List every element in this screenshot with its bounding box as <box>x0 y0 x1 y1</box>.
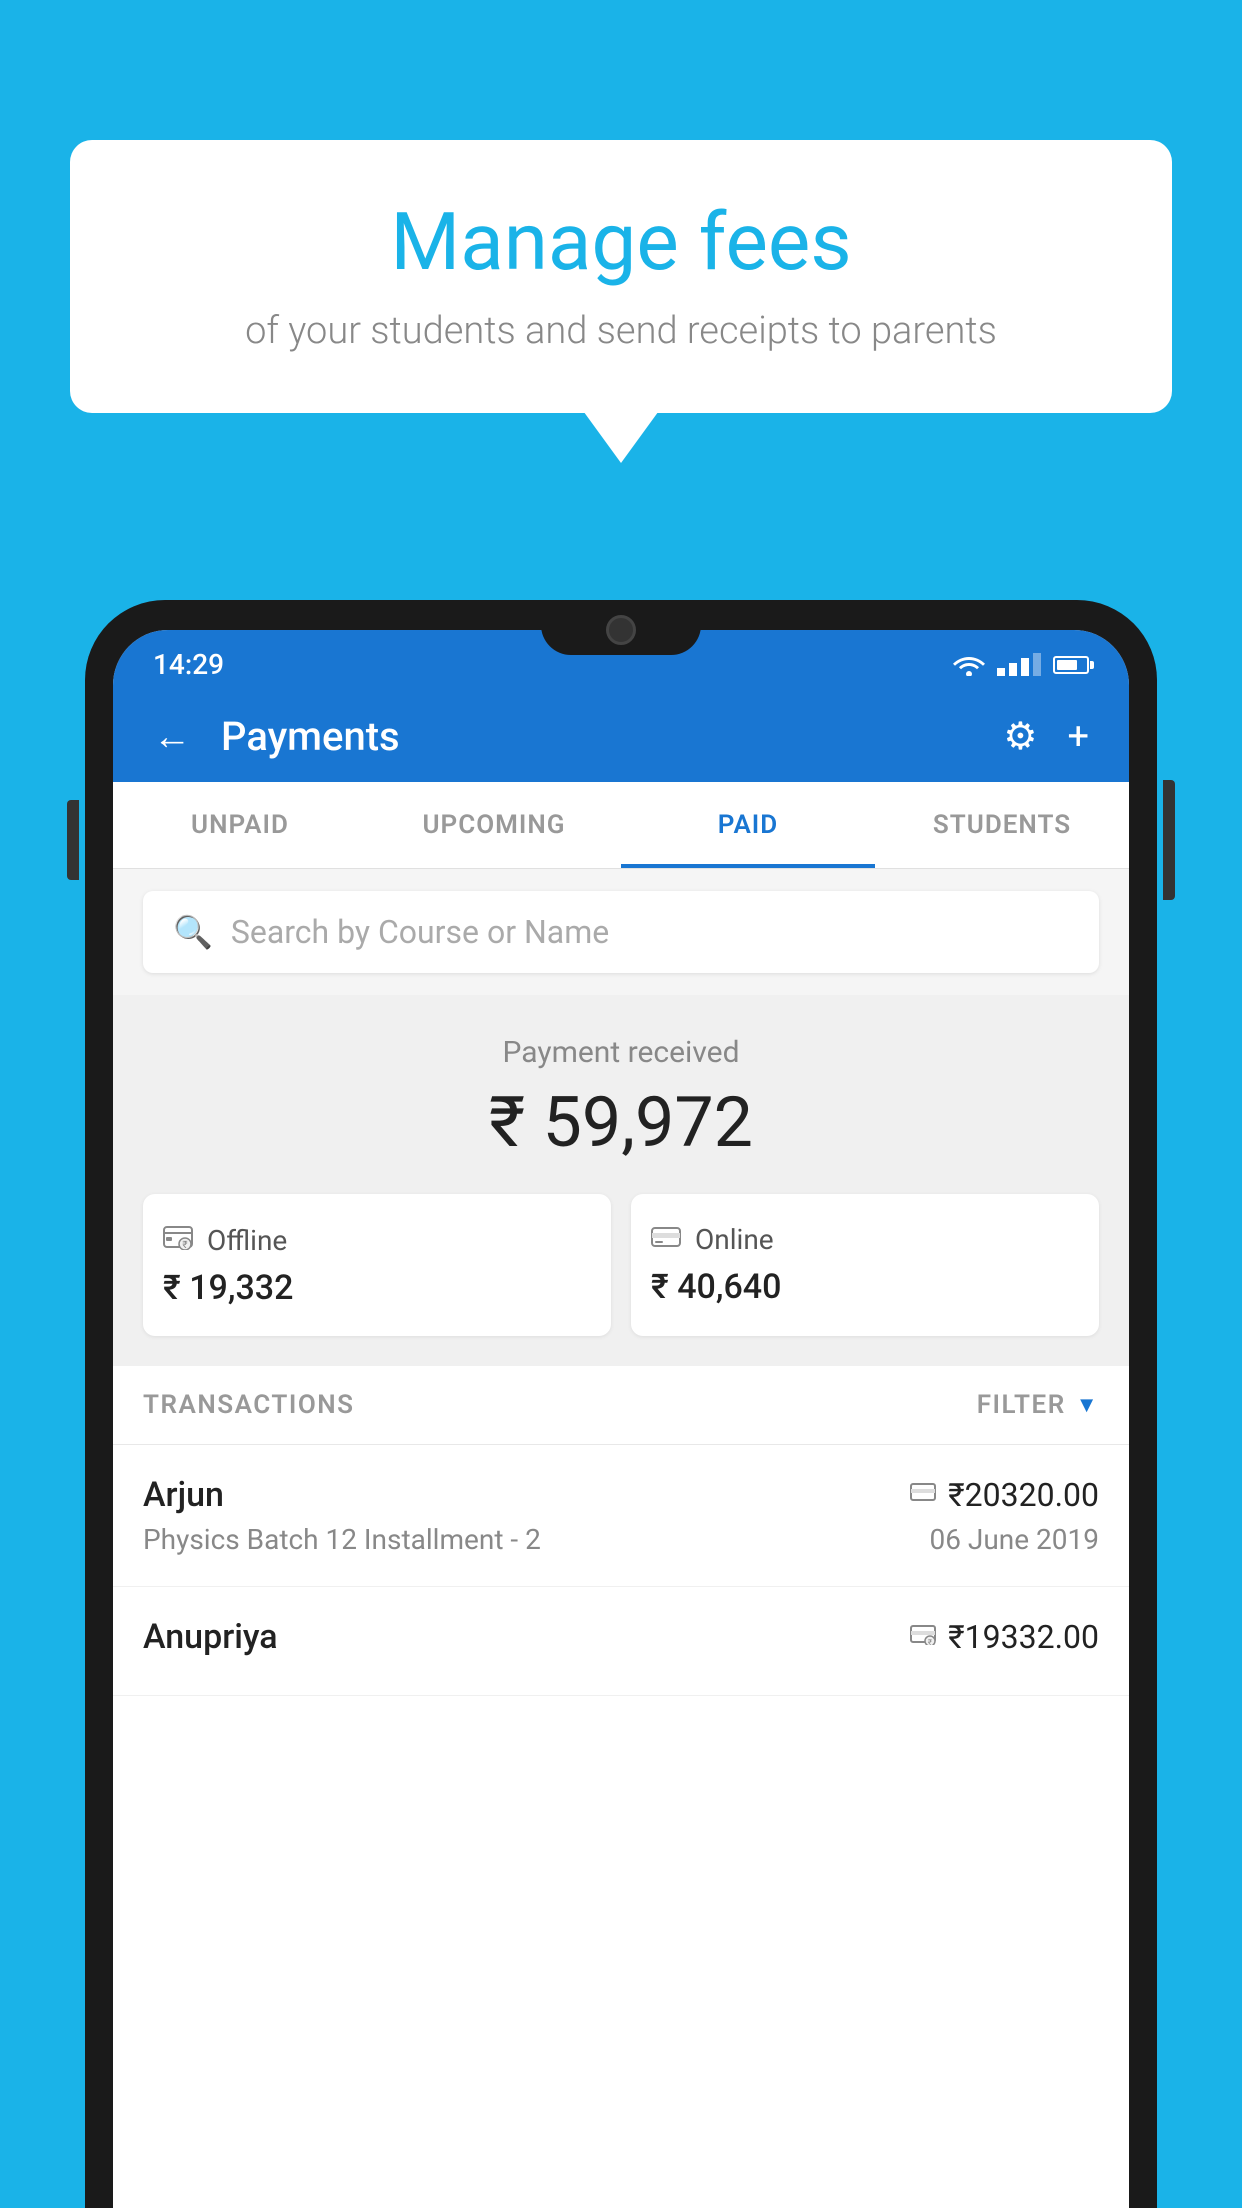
transaction-date: 06 June 2019 <box>929 1523 1099 1556</box>
header-right: ⚙ + <box>1003 714 1089 759</box>
table-row[interactable]: Anupriya ₹ ₹19332.00 <box>113 1587 1129 1696</box>
search-container: 🔍 Search by Course or Name <box>113 869 1129 995</box>
transaction-name: Anupriya <box>143 1617 278 1657</box>
offline-card-header: ₹ Offline <box>163 1222 287 1258</box>
transaction-course: Physics Batch 12 Installment - 2 <box>143 1523 541 1556</box>
online-icon <box>651 1222 681 1257</box>
search-placeholder-text: Search by Course or Name <box>231 913 609 951</box>
filter-label: FILTER <box>977 1390 1066 1420</box>
settings-icon[interactable]: ⚙ <box>1003 714 1037 759</box>
status-time: 14:29 <box>153 648 224 681</box>
tab-paid[interactable]: PAID <box>621 782 875 868</box>
tab-upcoming[interactable]: UPCOMING <box>367 782 621 868</box>
payment-total-amount: ₹ 59,972 <box>143 1082 1099 1164</box>
transaction-row-bottom: Physics Batch 12 Installment - 2 06 June… <box>143 1523 1099 1556</box>
transactions-list: Arjun ₹20320.00 Physics Batch 12 Install… <box>113 1445 1129 2208</box>
status-icons <box>953 653 1089 676</box>
signal-icon <box>997 653 1041 676</box>
transactions-header: TRANSACTIONS FILTER ▼ <box>113 1366 1129 1445</box>
payment-cards: ₹ Offline ₹ 19,332 <box>143 1194 1099 1336</box>
transaction-amount-container: ₹ ₹19332.00 <box>910 1618 1099 1656</box>
filter-triangle-icon: ▼ <box>1076 1392 1099 1418</box>
payment-received-label: Payment received <box>143 1035 1099 1070</box>
phone-camera <box>606 615 636 645</box>
transaction-row-top: Anupriya ₹ ₹19332.00 <box>143 1617 1099 1657</box>
phone-side-right <box>1163 780 1175 900</box>
phone-frame: 14:29 <box>85 600 1157 2208</box>
wifi-icon <box>953 654 985 676</box>
offline-payment-card: ₹ Offline ₹ 19,332 <box>143 1194 611 1336</box>
manage-fees-subtitle: of your students and send receipts to pa… <box>130 309 1112 353</box>
transaction-amount: ₹19332.00 <box>948 1618 1099 1656</box>
online-payment-card: Online ₹ 40,640 <box>631 1194 1099 1336</box>
transaction-amount: ₹20320.00 <box>948 1476 1099 1514</box>
speech-bubble: Manage fees of your students and send re… <box>70 140 1172 413</box>
tab-students[interactable]: STUDENTS <box>875 782 1129 868</box>
offline-label: Offline <box>207 1224 287 1257</box>
app-header: ← Payments ⚙ + <box>113 691 1129 782</box>
table-row[interactable]: Arjun ₹20320.00 Physics Batch 12 Install… <box>113 1445 1129 1587</box>
battery-icon <box>1053 656 1089 674</box>
transactions-label: TRANSACTIONS <box>143 1390 355 1420</box>
phone-side-left <box>67 800 79 880</box>
phone-screen: 14:29 <box>113 630 1129 2208</box>
filter-button[interactable]: FILTER ▼ <box>977 1390 1099 1420</box>
header-left: ← Payments <box>153 713 400 760</box>
add-button[interactable]: + <box>1067 715 1089 759</box>
search-icon: 🔍 <box>173 913 213 951</box>
transaction-amount-container: ₹20320.00 <box>910 1476 1099 1514</box>
transaction-name: Arjun <box>143 1475 224 1515</box>
search-box[interactable]: 🔍 Search by Course or Name <box>143 891 1099 973</box>
transaction-row-top: Arjun ₹20320.00 <box>143 1475 1099 1515</box>
manage-fees-title: Manage fees <box>130 195 1112 289</box>
tabs-container: UNPAID UPCOMING PAID STUDENTS <box>113 782 1129 869</box>
online-amount: ₹ 40,640 <box>651 1267 781 1307</box>
online-label: Online <box>695 1223 774 1256</box>
payment-summary: Payment received ₹ 59,972 ₹ <box>113 995 1129 1366</box>
tab-unpaid[interactable]: UNPAID <box>113 782 367 868</box>
svg-text:₹: ₹ <box>928 1638 932 1645</box>
card-payment-icon <box>910 1480 936 1510</box>
offline-icon: ₹ <box>163 1222 193 1258</box>
back-button[interactable]: ← <box>153 715 191 759</box>
svg-text:₹: ₹ <box>182 1240 187 1250</box>
offline-amount: ₹ 19,332 <box>163 1268 293 1308</box>
offline-payment-icon: ₹ <box>910 1622 936 1652</box>
speech-bubble-container: Manage fees of your students and send re… <box>70 140 1172 413</box>
page-title: Payments <box>221 713 400 760</box>
online-card-header: Online <box>651 1222 774 1257</box>
